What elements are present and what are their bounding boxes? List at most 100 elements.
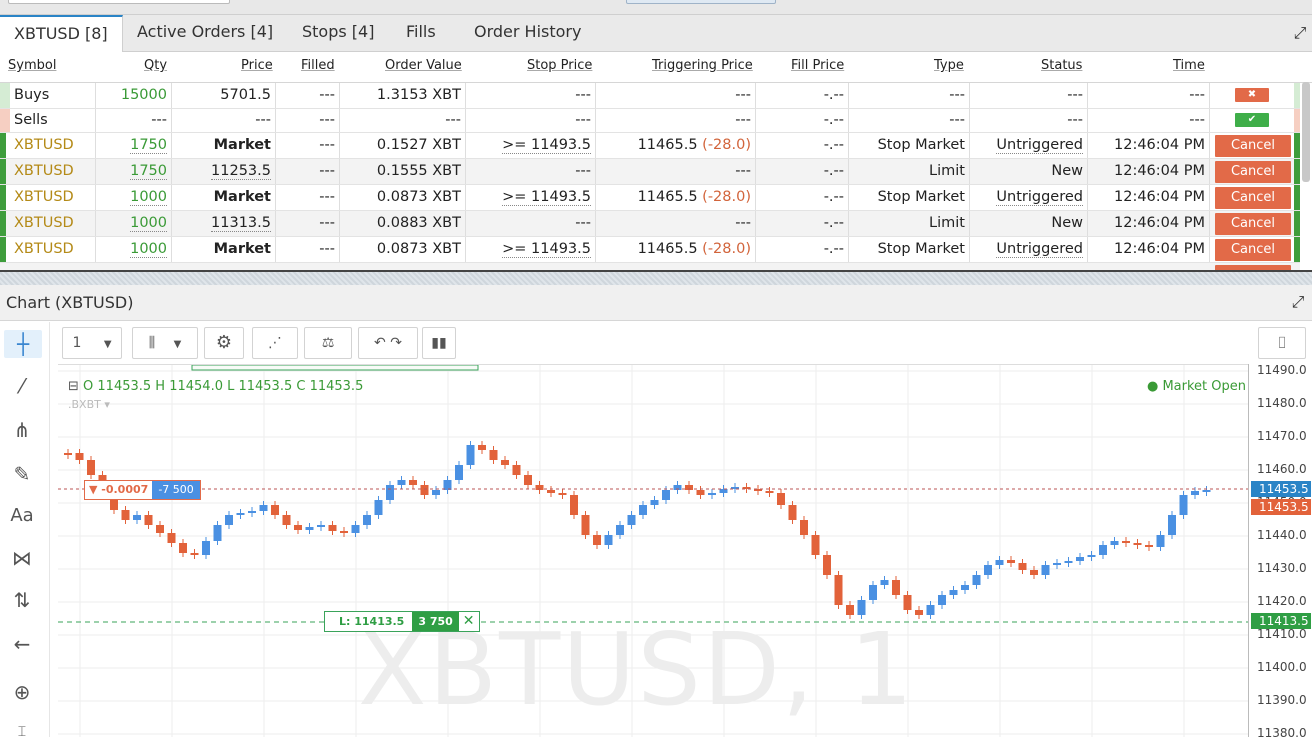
compare-icon[interactable]: ⚖ <box>304 327 352 359</box>
cell-price[interactable]: Market <box>172 133 276 158</box>
cell-price[interactable]: 11313.5 <box>172 211 276 236</box>
measure-icon[interactable]: ⇅ <box>8 586 36 614</box>
header-symbol[interactable]: Symbol <box>8 58 56 78</box>
chart-title: Chart (XBTUSD) <box>6 293 134 312</box>
crosshair-icon[interactable]: ┼ <box>4 330 42 358</box>
trendline-icon[interactable]: ⁄ <box>8 372 36 400</box>
cell-stop-price[interactable]: >= 11493.5 <box>466 237 596 262</box>
cancel-button[interactable]: Cancel <box>1215 239 1291 261</box>
candle <box>823 555 831 575</box>
close-icon[interactable]: ✕ <box>459 612 479 631</box>
header-triggering-price[interactable]: Triggering Price <box>652 58 753 78</box>
cell-qty[interactable]: 1000 <box>96 237 172 262</box>
symbol-sub[interactable]: .BXBT ▾ <box>68 398 363 411</box>
text-icon[interactable]: Aa <box>8 502 36 530</box>
cell-order-value: 0.1527 XBT <box>340 133 466 158</box>
cell-qty[interactable]: 1000 <box>96 185 172 210</box>
cell-price[interactable]: 11253.5 <box>172 159 276 184</box>
header-qty[interactable]: Qty <box>144 58 167 78</box>
header-type[interactable]: Type <box>934 58 964 78</box>
cell-symbol[interactable]: XBTUSD <box>10 133 96 158</box>
collapse-icon[interactable]: ⊟ <box>68 379 79 394</box>
cancel-all-buys-button[interactable]: ✖ <box>1235 88 1269 102</box>
cell-symbol[interactable]: XBTUSD <box>10 211 96 236</box>
pitchfork-icon[interactable]: ⋔ <box>8 416 36 444</box>
cell-price[interactable]: Market <box>172 185 276 210</box>
cell-triggering-price: --- <box>596 211 756 236</box>
qty-value[interactable]: 1000 <box>130 241 167 258</box>
zoom-icon[interactable]: ⊕ <box>8 678 36 706</box>
undo-redo[interactable]: ↶ ↷ <box>358 327 418 359</box>
settings-gear-icon[interactable]: ⚙ <box>204 327 244 359</box>
bars-icon[interactable]: ▮▮ <box>422 327 456 359</box>
pattern-icon[interactable]: ⋈ <box>8 544 36 572</box>
tab-fills[interactable]: Fills <box>392 15 450 52</box>
ruler-icon[interactable]: ⌶ <box>8 718 36 737</box>
cell-price[interactable]: Market <box>172 237 276 262</box>
chart-type-select[interactable]: ⫼ ▼ <box>132 327 198 359</box>
cell-symbol[interactable]: XBTUSD <box>10 237 96 262</box>
brush-icon[interactable]: ✎ <box>8 460 36 488</box>
header-filled[interactable]: Filled <box>301 58 335 78</box>
price-axis[interactable]: 11490.011480.011470.011460.011450.011440… <box>1248 364 1312 737</box>
redo-icon[interactable]: ↷ <box>390 335 402 351</box>
qty-value[interactable]: 1000 <box>130 215 167 232</box>
cell-symbol[interactable]: XBTUSD <box>10 185 96 210</box>
table-scrollbar[interactable] <box>1302 82 1310 182</box>
cell-qty[interactable]: 1750 <box>96 133 172 158</box>
cancel-button[interactable]: Cancel <box>1215 213 1291 235</box>
back-arrow-icon[interactable]: ← <box>8 630 36 658</box>
expand-icon[interactable]: ⤢ <box>1292 25 1308 41</box>
stop-price-value[interactable]: >= 11493.5 <box>502 241 591 258</box>
cell-time: --- <box>1088 109 1210 132</box>
interval-select[interactable]: 1 ▼ <box>62 327 122 359</box>
cell-qty[interactable]: 1000 <box>96 211 172 236</box>
cancel-button[interactable]: Cancel <box>1215 161 1291 183</box>
panel-divider[interactable] <box>0 270 1312 285</box>
top-order-tag[interactable] <box>191 365 479 371</box>
price-value[interactable]: 11313.5 <box>211 215 271 232</box>
cell-stop-price[interactable]: >= 11493.5 <box>466 133 596 158</box>
chart-expand-icon[interactable]: ⤢ <box>1290 294 1306 310</box>
tab-stops[interactable]: Stops [4] <box>288 15 388 52</box>
indicators-icon[interactable]: ⋰ <box>252 327 298 359</box>
header-price[interactable]: Price <box>241 58 273 78</box>
cell-stop-price[interactable]: >= 11493.5 <box>466 185 596 210</box>
candle <box>903 595 912 610</box>
cell-time: 12:46:04 PM <box>1088 211 1210 236</box>
chart-plot[interactable]: XBTUSD, 1 ⊟ O 11453.5 H 11454.0 L 11453.… <box>58 364 1312 737</box>
header-status[interactable]: Status <box>1041 58 1082 78</box>
qty-value[interactable]: 1000 <box>130 189 167 206</box>
tab-xbtusd[interactable]: XBTUSD [8] <box>0 15 123 52</box>
order-label[interactable]: L: 11413.5 3 750 ✕ <box>324 611 480 632</box>
qty-value[interactable]: 1750 <box>130 163 167 180</box>
tab-active-orders[interactable]: Active Orders [4] <box>123 15 287 52</box>
stop-price-value[interactable]: >= 11493.5 <box>502 137 591 154</box>
position-pnl: ▼ -0.0007 <box>89 483 149 496</box>
cell-symbol[interactable]: XBTUSD <box>10 159 96 184</box>
tab-order-history[interactable]: Order History <box>460 15 595 52</box>
undo-icon[interactable]: ↶ <box>374 335 386 351</box>
camera-icon[interactable]: ⌷ <box>1258 327 1306 359</box>
cancel-button[interactable]: Cancel <box>1215 187 1291 209</box>
cancel-button[interactable]: Cancel <box>1215 135 1291 157</box>
stop-price-value[interactable]: >= 11493.5 <box>502 189 591 206</box>
confirm-sells-button[interactable]: ✔ <box>1235 113 1269 127</box>
header-time[interactable]: Time <box>1173 58 1205 78</box>
position-label[interactable]: ▼ -0.0007 -7 500 <box>84 480 201 500</box>
header-fill-price[interactable]: Fill Price <box>791 58 844 78</box>
candle <box>305 527 314 530</box>
candle <box>328 525 337 531</box>
price-value[interactable]: 11253.5 <box>211 163 271 180</box>
cell-qty[interactable]: 1750 <box>96 159 172 184</box>
cell-order-value: 0.0873 XBT <box>340 237 466 262</box>
top-input-right[interactable] <box>626 0 776 4</box>
header-stop-price[interactable]: Stop Price <box>527 58 592 78</box>
qty-value[interactable]: 1750 <box>130 137 167 154</box>
top-input-left[interactable] <box>8 0 230 4</box>
candle <box>225 515 233 525</box>
header-order-value[interactable]: Order Value <box>385 58 462 78</box>
candle <box>501 460 509 465</box>
candle <box>294 525 302 530</box>
orders-table: Symbol Qty Price Filled Order Value Stop… <box>0 52 1312 270</box>
